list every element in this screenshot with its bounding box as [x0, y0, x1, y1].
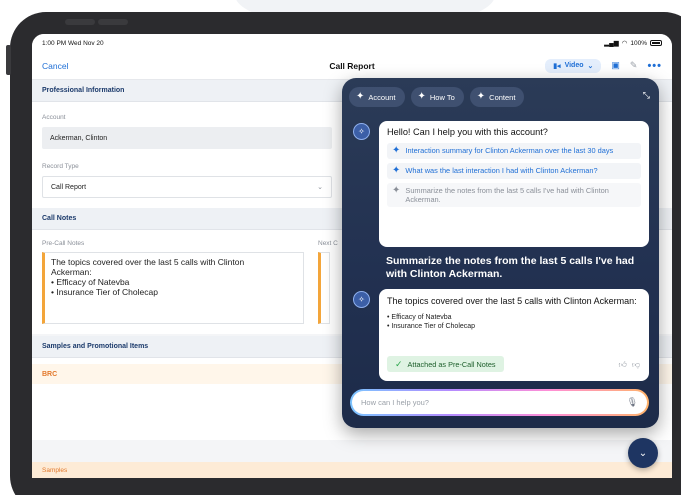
greeting-card: Hello! Can I help you with this account?… [379, 121, 649, 247]
calendar-icon[interactable]: ▣ [611, 60, 620, 71]
attached-badge: ✓ Attached as Pre-Call Notes [387, 356, 504, 372]
sparkle-icon: ✦ [392, 165, 401, 176]
notes-line: • Insurance Tier of Cholecap [51, 287, 158, 297]
status-time: 1:00 PM Wed Nov 20 [42, 39, 104, 47]
suggestion-item[interactable]: ✦ Summarize the notes from the last 5 ca… [387, 183, 641, 207]
nav-actions: ▮◂ Video ⌄ ▣ ✎ ••• [545, 58, 662, 73]
video-camera-icon: ▮◂ [553, 62, 561, 70]
expand-icon[interactable]: ⤡ [643, 90, 650, 101]
status-icons: ▂▄▆ ◠ 100% [604, 39, 662, 47]
chevron-down-icon: ⌄ [587, 62, 594, 70]
chip-row: ✦ Account ✦ How To ✦ Content [349, 87, 525, 107]
chat-input-placeholder: How can I help you? [361, 398, 429, 407]
hardware-button [65, 19, 95, 25]
video-label: Video [564, 62, 584, 69]
suggestion-label: What was the last interaction I had with… [405, 166, 598, 175]
sparkle-icon: ✦ [392, 145, 401, 156]
chip-account[interactable]: ✦ Account [349, 87, 405, 107]
chip-how-to[interactable]: ✦ How To [410, 87, 464, 107]
chip-content[interactable]: ✦ Content [469, 87, 525, 107]
chevron-down-icon: ⌄ [638, 447, 648, 459]
chat-input[interactable]: How can I help you? 🎙︎ [352, 391, 647, 414]
samples-row[interactable]: Samples [32, 462, 672, 478]
notes-line: Ackerman: [51, 267, 92, 277]
assistant-panel: ✦ Account ✦ How To ✦ Content ⤡ ✧ Hello! … [342, 78, 659, 428]
user-question: Summarize the notes from the last 5 call… [386, 255, 635, 280]
suggestion-item[interactable]: ✦ Interaction summary for Clinton Ackerm… [387, 143, 641, 159]
chevron-down-icon: ⌄ [317, 184, 323, 191]
suggestion-label: Interaction summary for Clinton Ackerman… [405, 146, 614, 155]
next-call-label: Next C [318, 240, 338, 247]
account-field[interactable]: Ackerman, Clinton [42, 127, 332, 149]
more-icon[interactable]: ••• [647, 60, 662, 72]
notes-line: The topics covered over the last 5 calls… [51, 257, 245, 267]
chat-input-border: How can I help you? 🎙︎ [350, 389, 649, 416]
pre-call-notes-field[interactable]: The topics covered over the last 5 calls… [42, 252, 304, 324]
notes-line: • Efficacy of Natevba [51, 277, 130, 287]
suggestion-label: Summarize the notes from the last 5 call… [405, 186, 609, 204]
scroll-down-button[interactable]: ⌄ [628, 438, 658, 468]
record-type-value: Call Report [51, 183, 87, 191]
suggestion-item[interactable]: ✦ What was the last interaction I had wi… [387, 163, 641, 179]
signature-icon[interactable]: ✎ [630, 60, 638, 71]
next-call-notes: Next C [318, 240, 338, 324]
hardware-button [98, 19, 128, 25]
ai-avatar-icon: ✧ [353, 291, 370, 308]
battery-icon [650, 40, 662, 46]
signal-icon: ▂▄▆ [604, 40, 619, 47]
attached-label: Attached as Pre-Call Notes [407, 359, 496, 369]
chip-label: Account [368, 92, 396, 102]
stage: 1:00 PM Wed Nov 20 ▂▄▆ ◠ 100% Cancel Cal… [0, 0, 681, 495]
account-value: Ackerman, Clinton [50, 134, 108, 142]
nav-bar: Cancel Call Report ▮◂ Video ⌄ ▣ ✎ ••• [32, 52, 672, 80]
sparkle-icon: ✦ [356, 91, 365, 102]
video-dropdown[interactable]: ▮◂ Video ⌄ [545, 58, 602, 73]
microphone-icon[interactable]: 🎙︎ [627, 397, 638, 408]
battery-percent: 100% [630, 39, 647, 47]
response-bullet: • Insurance Tier of Cholecap [387, 323, 476, 330]
feedback-icons: 👍︎ 👎︎ [619, 360, 641, 370]
side-button [6, 45, 11, 75]
response-card: The topics covered over the last 5 calls… [379, 289, 649, 381]
chip-label: How To [429, 92, 455, 102]
response-bullet: • Efficacy of Natevba [387, 314, 452, 321]
greeting-text: Hello! Can I help you with this account? [387, 127, 548, 137]
sparkle-icon: ✦ [392, 185, 401, 196]
status-bar: 1:00 PM Wed Nov 20 ▂▄▆ ◠ 100% [32, 34, 672, 52]
chip-label: Content [489, 92, 516, 102]
sparkle-icon: ✦ [476, 91, 486, 102]
thumbs-down-icon[interactable]: 👎︎ [632, 360, 640, 370]
cancel-button[interactable]: Cancel [42, 61, 68, 71]
response-title: The topics covered over the last 5 calls… [387, 296, 637, 306]
pre-call-label: Pre-Call Notes [42, 240, 85, 247]
record-type-select[interactable]: Call Report ⌄ [42, 176, 332, 198]
pre-call-notes: Pre-Call Notes The topics covered over t… [42, 240, 304, 324]
wifi-icon: ◠ [621, 40, 628, 47]
ai-avatar-icon: ✧ [353, 123, 370, 140]
check-icon: ✓ [395, 358, 403, 369]
sparkle-icon: ✦ [417, 91, 426, 102]
thumbs-up-icon[interactable]: 👍︎ [619, 360, 627, 370]
next-call-notes-field[interactable] [318, 252, 330, 324]
